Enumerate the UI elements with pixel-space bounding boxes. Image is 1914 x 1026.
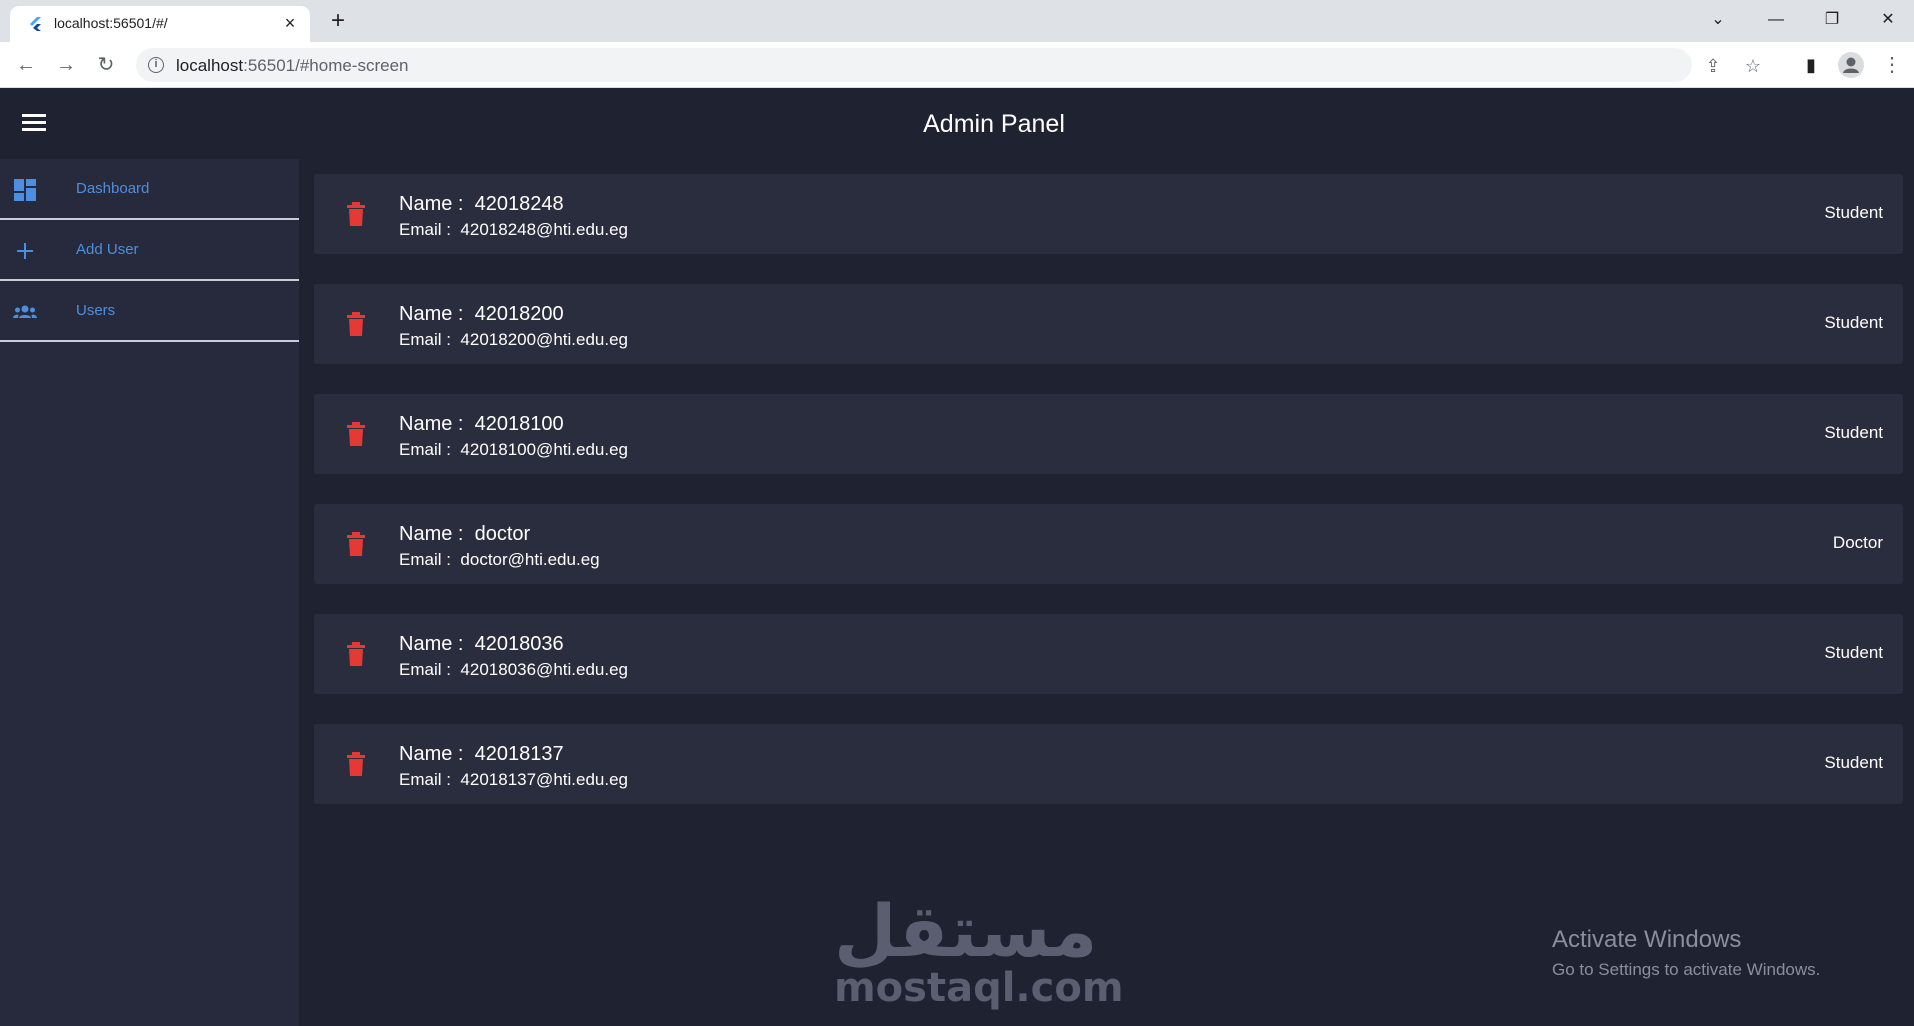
browser-menu-icon[interactable]: ⋮ xyxy=(1882,51,1902,79)
user-name: Name : 42018100 xyxy=(399,413,564,435)
user-role: Student xyxy=(1824,313,1883,332)
sidebar-item-label: Dashboard xyxy=(76,180,150,197)
activate-windows-notice: Activate Windows Go to Settings to activ… xyxy=(1552,926,1820,980)
sidebar-item-dashboard[interactable]: Dashboard xyxy=(0,159,299,220)
delete-icon[interactable] xyxy=(346,642,366,666)
user-card: Name : doctor Email : doctor@hti.edu.eg … xyxy=(314,504,1903,584)
user-list: Name : 42018248 Email : 42018248@hti.edu… xyxy=(299,159,1914,1026)
delete-icon[interactable] xyxy=(346,752,366,776)
sidebar-item-label: Add User xyxy=(76,241,139,258)
delete-icon[interactable] xyxy=(346,422,366,446)
activate-subtitle: Go to Settings to activate Windows. xyxy=(1552,960,1821,979)
bookmark-star-icon[interactable]: ☆ xyxy=(1742,55,1764,77)
watermark-arabic: مستقل xyxy=(834,889,1098,973)
watermark-latin: mostaql.com xyxy=(834,965,1124,1011)
user-email: Email : 42018248@hti.edu.eg xyxy=(399,220,628,239)
user-email: Email : doctor@hti.edu.eg xyxy=(399,550,600,569)
user-role: Doctor xyxy=(1832,533,1883,552)
group-icon xyxy=(13,305,37,318)
browser-tab-bar: localhost:56501/#/ × + ⌄ — ❐ ✕ xyxy=(0,0,1914,42)
tab-search-icon[interactable]: ⌄ xyxy=(1698,6,1738,34)
sidebar-item-add-user[interactable]: Add User xyxy=(0,220,299,281)
delete-icon[interactable] xyxy=(346,312,366,336)
user-card: Name : 42018137 Email : 42018137@hti.edu… xyxy=(314,724,1903,804)
address-bar[interactable]: i localhost:56501/#home-screen ⇪ ☆ xyxy=(136,48,1761,82)
sidebar: Dashboard Add User Users xyxy=(0,159,299,1026)
user-role: Student xyxy=(1824,643,1883,662)
new-tab-button[interactable]: + xyxy=(324,8,352,36)
profile-avatar-icon[interactable] xyxy=(1838,52,1864,78)
user-name: Name : doctor xyxy=(399,523,531,545)
user-email: Email : 42018036@hti.edu.eg xyxy=(399,660,628,679)
user-email: Email : 42018137@hti.edu.eg xyxy=(399,770,628,789)
activate-title: Activate Windows xyxy=(1552,926,1742,953)
back-icon[interactable]: ← xyxy=(12,51,40,79)
app-bar: Admin Panel xyxy=(0,89,1914,159)
sidebar-item-label: Users xyxy=(76,302,116,319)
restore-icon[interactable]: ❐ xyxy=(1812,6,1852,34)
user-email: Email : 42018100@hti.edu.eg xyxy=(399,440,628,459)
browser-tab[interactable]: localhost:56501/#/ × xyxy=(10,6,310,42)
share-icon[interactable]: ⇪ xyxy=(1702,55,1724,77)
user-role: Student xyxy=(1824,753,1883,772)
tab-title: localhost:56501/#/ xyxy=(54,15,168,31)
user-role: Student xyxy=(1824,203,1883,222)
flutter-icon xyxy=(30,17,41,31)
user-name: Name : 42018036 xyxy=(399,633,564,655)
browser-toolbar: ← → ↻ i localhost:56501/#home-screen ⇪ ☆… xyxy=(0,42,1914,88)
user-name: Name : 42018248 xyxy=(399,193,564,215)
mostaql-watermark: مستقل mostaql.com xyxy=(834,889,1124,1011)
delete-icon[interactable] xyxy=(346,532,366,556)
reload-icon[interactable]: ↻ xyxy=(92,51,120,79)
user-email: Email : 42018200@hti.edu.eg xyxy=(399,330,628,349)
user-card: Name : 42018036 Email : 42018036@hti.edu… xyxy=(314,614,1903,694)
user-role: Student xyxy=(1824,423,1883,442)
dashboard-icon xyxy=(14,179,36,201)
minimize-icon[interactable]: — xyxy=(1756,6,1796,34)
forward-icon[interactable]: → xyxy=(52,51,80,79)
url-text[interactable]: localhost:56501/#home-screen xyxy=(176,56,409,76)
sidebar-item-users[interactable]: Users xyxy=(0,281,299,342)
close-window-icon[interactable]: ✕ xyxy=(1868,6,1908,34)
user-name: Name : 42018200 xyxy=(399,303,564,325)
page-title: Admin Panel xyxy=(923,110,1065,138)
side-panel-icon[interactable]: ▮ xyxy=(1797,51,1825,79)
user-name: Name : 42018137 xyxy=(399,743,564,765)
delete-icon[interactable] xyxy=(346,202,366,226)
plus-icon xyxy=(17,243,33,259)
user-card: Name : 42018200 Email : 42018200@hti.edu… xyxy=(314,284,1903,364)
info-icon[interactable]: i xyxy=(148,57,164,73)
user-card: Name : 42018248 Email : 42018248@hti.edu… xyxy=(314,174,1903,254)
close-tab-icon[interactable]: × xyxy=(280,13,300,33)
user-card: Name : 42018100 Email : 42018100@hti.edu… xyxy=(314,394,1903,474)
